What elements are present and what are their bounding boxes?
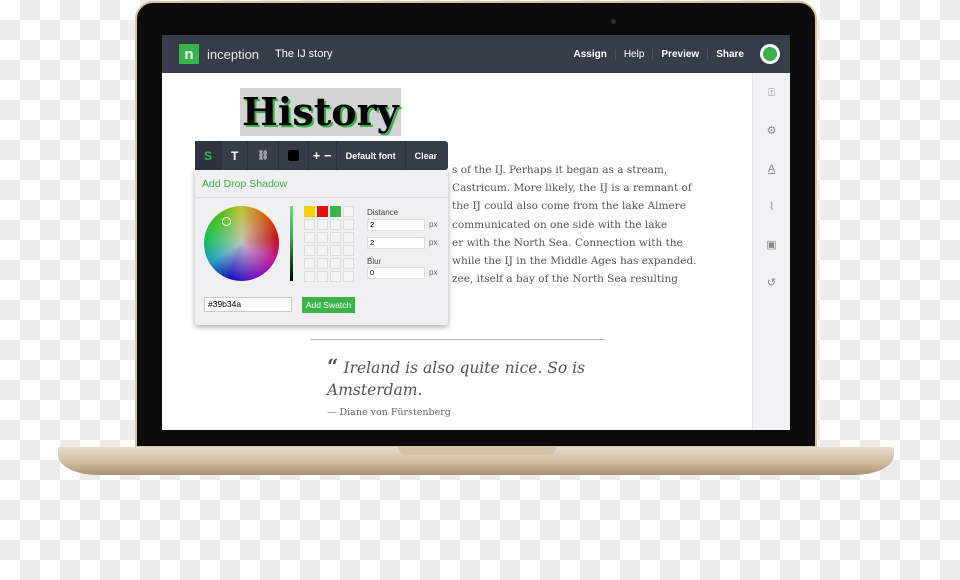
- swatch[interactable]: [304, 245, 315, 256]
- swatch[interactable]: [304, 258, 315, 269]
- swatch[interactable]: [343, 258, 354, 269]
- swatch[interactable]: [343, 219, 354, 230]
- swatch[interactable]: [343, 206, 354, 217]
- body-line: the IJ could also come from the lake Alm…: [452, 200, 686, 213]
- document-title[interactable]: The IJ story: [275, 48, 332, 60]
- body-line: s of the IJ. Perhaps it began as a strea…: [452, 164, 668, 176]
- swatch[interactable]: [317, 219, 328, 230]
- body-line: communicated on one side with the lake: [452, 218, 668, 231]
- swatch[interactable]: [304, 219, 315, 230]
- right-sidebar: ⍐ ⚙ A ⌇ ▣ ↺: [752, 73, 790, 430]
- swatch[interactable]: [343, 232, 354, 243]
- font-select[interactable]: Default font: [337, 141, 406, 170]
- upload-icon[interactable]: ⍐: [768, 85, 775, 101]
- swatch[interactable]: [330, 258, 341, 269]
- color-button[interactable]: [279, 141, 309, 170]
- body-line: Castricum. More likely, the IJ is a remn…: [452, 182, 692, 195]
- body-line: while the IJ in the Middle Ages has expa…: [452, 255, 697, 268]
- color-wheel[interactable]: [204, 206, 279, 281]
- swatch[interactable]: [330, 245, 341, 256]
- laptop-notch: [398, 447, 556, 455]
- gear-icon[interactable]: ⚙: [767, 123, 777, 139]
- camera: [611, 19, 616, 24]
- swatch[interactable]: [330, 232, 341, 243]
- distance-x-input[interactable]: 2: [367, 219, 425, 231]
- add-swatch-button[interactable]: Add Swatch: [302, 297, 355, 313]
- swatch[interactable]: [343, 271, 354, 282]
- link-icon[interactable]: ⛓: [248, 141, 279, 170]
- unit-label: px: [429, 238, 438, 247]
- preview-button[interactable]: Preview: [652, 48, 707, 60]
- swatch[interactable]: [343, 245, 354, 256]
- app-screen: n inception The IJ story Assign Help Pre…: [162, 35, 790, 430]
- quote-mark-icon: “: [327, 354, 339, 378]
- distance-label: Distance: [367, 208, 399, 217]
- format-toolbar: S T ⛓ + − Default font Clear: [195, 141, 448, 170]
- blur-input[interactable]: 0: [367, 267, 425, 279]
- drop-shadow-button[interactable]: S: [195, 141, 223, 170]
- brightness-slider[interactable]: [290, 206, 293, 281]
- swatch[interactable]: [304, 206, 315, 217]
- swatch[interactable]: [317, 206, 328, 217]
- top-bar: n inception The IJ story Assign Help Pre…: [162, 35, 790, 73]
- swatch[interactable]: [304, 232, 315, 243]
- hex-color-input[interactable]: #39b34a: [204, 297, 292, 312]
- body-line: zee, itself a bay of the North Sea resul…: [452, 273, 678, 286]
- divider: [310, 339, 605, 340]
- swatch[interactable]: [317, 271, 328, 282]
- avatar[interactable]: [760, 44, 780, 64]
- quote-attribution: — Diane von Fürstenberg: [327, 407, 451, 418]
- swatch[interactable]: [317, 245, 328, 256]
- document-icon[interactable]: ▣: [766, 237, 776, 253]
- brand-name: inception: [207, 46, 260, 62]
- clear-button[interactable]: Clear: [406, 141, 447, 170]
- text-button[interactable]: T: [222, 141, 249, 170]
- unit-label: px: [429, 268, 438, 277]
- assign-button[interactable]: Assign: [565, 49, 614, 60]
- body-line: er with the North Sea. Connection with t…: [452, 236, 683, 249]
- help-button[interactable]: Help: [614, 48, 653, 60]
- swatch[interactable]: [304, 271, 315, 282]
- share-button[interactable]: Share: [707, 48, 752, 60]
- font-size-buttons: + −: [309, 141, 337, 170]
- font-icon[interactable]: A: [768, 161, 775, 177]
- history-icon[interactable]: ↺: [767, 275, 776, 291]
- increase-size-button[interactable]: +: [313, 148, 321, 163]
- drop-shadow-panel: Add Drop Shadow Distance 2 px 2 px Blur …: [195, 170, 448, 325]
- article-body[interactable]: s of the IJ. Perhaps it began as a strea…: [452, 161, 697, 288]
- unit-label: px: [429, 220, 438, 229]
- article-title[interactable]: History: [240, 88, 401, 136]
- swatch[interactable]: [330, 219, 341, 230]
- decrease-size-button[interactable]: −: [324, 148, 332, 163]
- distance-y-input[interactable]: 2: [367, 237, 425, 249]
- swatch[interactable]: [317, 258, 328, 269]
- swatch[interactable]: [330, 271, 341, 282]
- logo[interactable]: n: [179, 44, 199, 64]
- color-swatch: [287, 150, 299, 161]
- quote-text: Ireland is also quite nice. So is Amster…: [327, 359, 586, 399]
- swatch-grid: [304, 206, 354, 282]
- swatch[interactable]: [330, 206, 341, 217]
- top-nav: Assign Help Preview Share: [565, 48, 752, 60]
- paperclip-icon[interactable]: ⌇: [769, 199, 774, 215]
- blur-label: Blur: [367, 257, 382, 266]
- panel-title: Add Drop Shadow: [195, 170, 448, 198]
- blockquote[interactable]: “ Ireland is also quite nice. So is Amst…: [327, 355, 607, 401]
- swatch[interactable]: [317, 232, 328, 243]
